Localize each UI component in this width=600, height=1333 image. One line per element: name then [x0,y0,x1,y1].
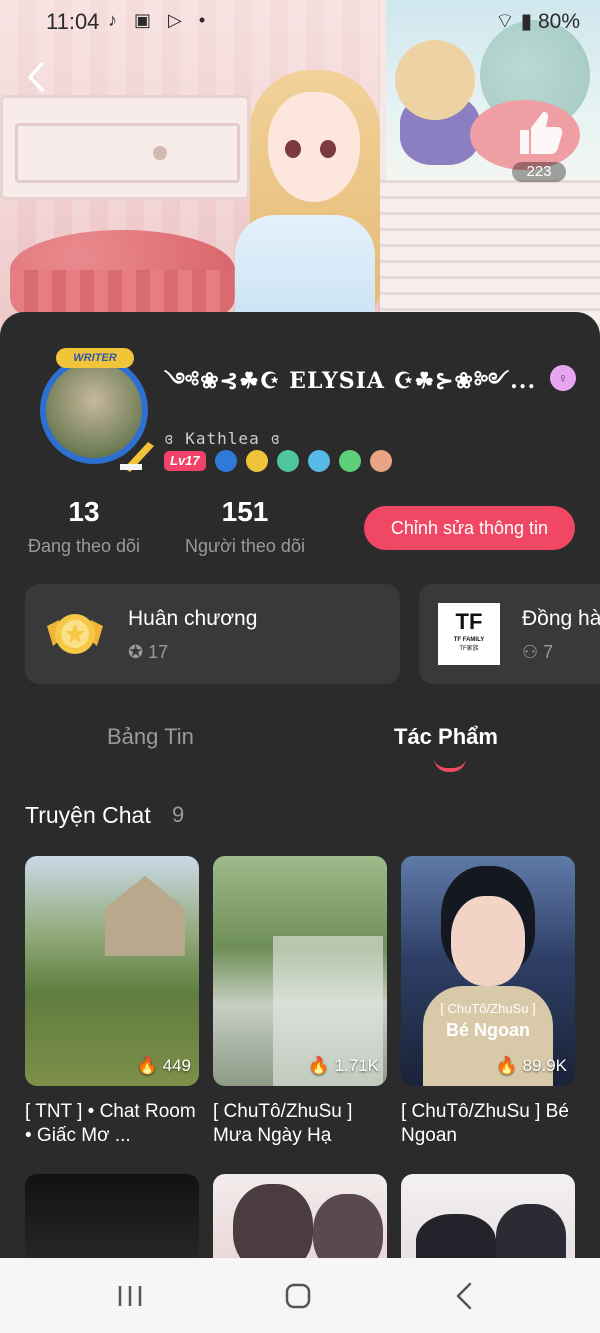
display-name: ༺❀⊰☘☪ ELYSIA ☪☘⊱❀༻... [164,368,537,394]
teddy-head [395,40,475,120]
diamond-badge-icon[interactable] [307,450,330,472]
character-hair [233,1184,313,1258]
profile-cover-image [0,0,600,340]
edit-profile-button[interactable]: Chỉnh sửa thông tin [364,506,575,550]
home-icon[interactable] [280,1278,316,1314]
water-badge-icon[interactable] [214,450,237,472]
story-stat: 🔥 449 [136,1056,191,1076]
character-eye [320,140,336,158]
medals-title: Huân chương [128,607,258,630]
story-title[interactable]: [ ChuTô/ZhuSu ] Bé Ngoan [401,1100,581,1148]
medal-icon [47,614,103,654]
back-icon[interactable] [448,1278,484,1314]
notification-icons: ♪ ▣ ▷ • [108,10,212,30]
story-cover[interactable] [213,1174,387,1258]
character-hair [416,1214,496,1258]
like-button[interactable]: 223 [512,110,566,184]
gem-badge-icon[interactable] [276,450,299,472]
recent-apps-icon[interactable] [112,1278,148,1314]
story-cover[interactable]: [ ChuTô/ZhuSu ] Bé Ngoan 🔥 89.9K [401,856,575,1086]
character-face [268,92,360,202]
status-bar: 11:04 ♪ ▣ ▷ • ⌔ ▮ 80% [0,0,600,44]
tab-works[interactable]: Tác Phẩm [394,724,498,750]
story-stat-value: 449 [162,1056,191,1075]
drawer-knob [153,146,167,160]
thumbs-up-icon [520,111,563,154]
tab-feed[interactable]: Bảng Tin [107,724,194,750]
story-cover[interactable] [25,1174,199,1258]
writer-badge: WRITER [56,348,134,368]
story-cover[interactable]: 🔥 1.71K [213,856,387,1086]
story-title[interactable]: [ ChuTô/ZhuSu ] Mưa Ngày Hạ [213,1100,393,1148]
story-stat-value: 1.71K [334,1056,379,1075]
flame-icon: 🔥 [496,1056,518,1075]
section-title: Truyện Chat [25,802,151,828]
back-arrow-icon[interactable] [22,60,50,94]
following-label: Đang theo dõi [27,536,141,556]
team-title: Đồng hà [522,607,600,630]
sun-badge-icon[interactable] [245,450,268,472]
tf-logo-mark: TF [455,609,483,634]
tf-logo-line2: TF家族 [459,646,479,652]
story-title[interactable]: [ TNT ] • Chat Room • Giấc Mơ ... [25,1100,205,1148]
followers-label: Người theo dõi [185,536,305,556]
followers-count: 151 [221,496,269,527]
leaf-badge-icon[interactable] [338,450,361,472]
level-badge[interactable]: Lv17 [164,451,206,471]
status-right: ⌔ ▮ 80% [495,9,580,35]
system-navigation-bar [0,1258,600,1333]
team-count-row: ⚇ 7 [522,642,553,663]
flame-icon: 🔥 [308,1056,330,1075]
character-face [451,896,525,986]
badges-row: Lv17 [164,450,392,472]
dresser [0,95,250,200]
username: ɞ Kathlea ɞ [164,429,281,448]
cover-caption-main: Bé Ngoan [445,1020,530,1040]
like-count: 223 [512,162,566,182]
story-stat: 🔥 89.9K [496,1056,567,1076]
followers-stat[interactable]: 151 Người theo dõi [180,496,310,557]
signal-icon: ▮ [520,10,533,33]
quill-pen-icon [120,442,154,472]
medals-count: 17 [148,642,169,662]
story-cover[interactable] [401,1174,575,1258]
people-icon: ⚇ [522,642,539,662]
medal-star-icon: ✪ [128,642,144,662]
tf-family-logo: TF TF FAMILY TF家族 [438,603,500,665]
following-count: 13 [68,496,100,527]
female-icon: ♀ [550,365,576,391]
flame-icon: 🔥 [136,1056,158,1075]
team-card[interactable]: TF TF FAMILY TF家族 Đồng hà ⚇ 7 [419,584,600,684]
avatar[interactable]: WRITER [30,346,158,474]
character-eye [285,140,301,158]
profile-panel: WRITER ༺❀⊰☘☪ ELYSIA ☪☘⊱❀༻... ♀ ɞ Kathlea… [0,312,600,1258]
active-tab-indicator [434,758,466,772]
drawer [15,123,240,183]
battery-level: 80% [537,10,580,33]
cover-caption-top: [ ChuTô/ZhuSu ] [440,1001,536,1016]
pig-badge-icon[interactable] [369,450,392,472]
story-stat-value: 89.9K [522,1056,567,1075]
section-count: 9 [172,802,185,827]
wifi-icon: ⌔ [494,10,515,33]
stool-skirt [10,270,235,315]
status-time: 11:04 [46,9,100,34]
character-hair [496,1204,566,1258]
team-count: 7 [543,642,554,662]
medals-count-row: ✪ 17 [128,642,168,663]
following-stat[interactable]: 13 Đang theo dõi [24,496,144,557]
medals-card[interactable]: Huân chương ✪ 17 [25,584,400,684]
cottage-shape [105,876,185,956]
story-cover[interactable]: 🔥 449 [25,856,199,1086]
character-hair [313,1194,383,1258]
story-stat: 🔥 1.71K [308,1056,379,1076]
